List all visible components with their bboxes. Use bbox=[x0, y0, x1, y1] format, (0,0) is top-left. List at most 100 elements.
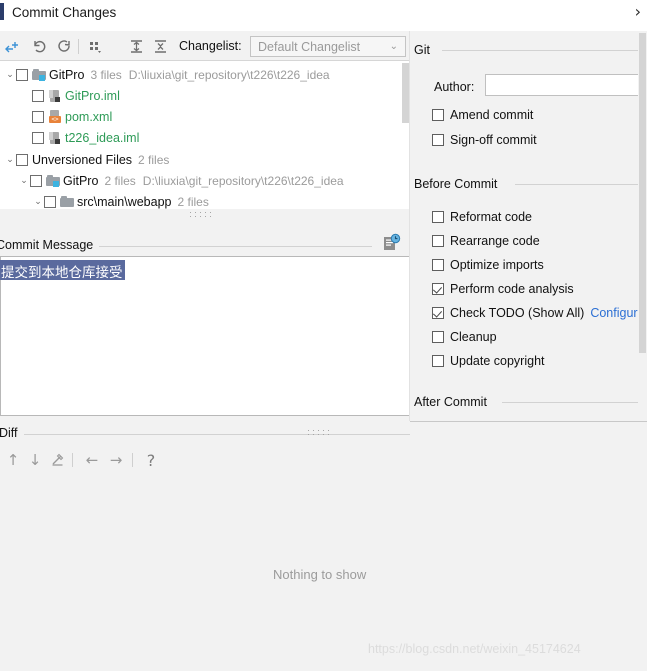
tree-node-path: D:\liuxia\git_repository\t226\t226_idea bbox=[142, 173, 344, 188]
tree-checkbox[interactable] bbox=[16, 68, 28, 81]
refresh-icon[interactable] bbox=[54, 36, 75, 56]
update-copyright-label: Update copyright bbox=[450, 353, 545, 368]
expand-chevron-icon[interactable]: › bbox=[635, 3, 641, 21]
cleanup-checkbox[interactable] bbox=[432, 330, 444, 343]
table-row[interactable]: ⌄ Unversioned Files 2 files bbox=[4, 149, 169, 170]
signoff-commit-checkbox[interactable] bbox=[432, 133, 444, 146]
table-row[interactable]: GitPro.iml bbox=[32, 85, 120, 106]
configure-todo-link[interactable]: Configure bbox=[590, 306, 644, 320]
reformat-code-label: Reformat code bbox=[450, 209, 532, 224]
tree-node-path: D:\liuxia\git_repository\t226\t226_idea bbox=[128, 67, 330, 82]
commit-message-header: Commit Message bbox=[0, 233, 410, 256]
tree-twisty-icon[interactable]: ⌄ bbox=[4, 70, 16, 80]
author-field[interactable] bbox=[485, 74, 647, 96]
toolbar-separator bbox=[72, 453, 73, 467]
tree-checkbox[interactable] bbox=[44, 195, 56, 208]
perform-code-analysis-label: Perform code analysis bbox=[450, 281, 574, 296]
expand-all-icon[interactable] bbox=[126, 36, 147, 56]
next-difference-icon[interactable]: ↓ bbox=[24, 449, 46, 471]
edit-source-icon[interactable] bbox=[47, 449, 69, 471]
add-to-vcs-icon[interactable] bbox=[2, 36, 23, 56]
check-todo-checkbox-row[interactable]: Check TODO (Show All) Configure bbox=[432, 303, 645, 322]
tree-checkbox[interactable] bbox=[32, 89, 44, 102]
tree-twisty-icon[interactable]: ⌄ bbox=[4, 155, 16, 165]
tree-node-count: 3 files bbox=[90, 67, 122, 82]
signoff-commit-checkbox-row[interactable]: Sign-off commit bbox=[432, 130, 537, 149]
optimize-imports-checkbox[interactable] bbox=[432, 258, 444, 271]
tree-scrollbar-thumb[interactable] bbox=[402, 63, 409, 123]
table-row[interactable]: ⌄ src\main\webapp 2 files bbox=[32, 191, 209, 209]
folder-icon bbox=[46, 174, 61, 188]
optimize-imports-checkbox-row[interactable]: Optimize imports bbox=[432, 255, 544, 274]
changelist-select[interactable]: Default Changelist ⌄ bbox=[250, 36, 406, 57]
tree-checkbox[interactable] bbox=[32, 131, 44, 144]
nothing-to-show-label: Nothing to show bbox=[273, 567, 367, 582]
section-divider bbox=[442, 50, 647, 51]
perform-code-analysis-checkbox[interactable] bbox=[432, 282, 444, 295]
changelist-selected-value: Default Changelist bbox=[258, 40, 361, 54]
rearrange-code-checkbox[interactable] bbox=[432, 234, 444, 247]
amend-commit-label: Amend commit bbox=[450, 107, 534, 122]
previous-difference-icon[interactable]: ↑ bbox=[2, 449, 24, 471]
amend-commit-checkbox[interactable] bbox=[432, 108, 444, 121]
dialog-title-bar: Commit Changes › bbox=[0, 0, 647, 31]
signoff-commit-label: Sign-off commit bbox=[450, 132, 537, 147]
diff-toolbar: ↑ ↓ ← → ? bbox=[0, 446, 410, 476]
tree-checkbox[interactable] bbox=[30, 174, 42, 187]
commit-message-input[interactable]: 提交到本地仓库接受 bbox=[0, 256, 410, 416]
tree-node-label: src\main\webapp bbox=[77, 194, 172, 209]
tree-checkbox[interactable] bbox=[16, 153, 28, 166]
tree-twisty-icon[interactable]: ⌄ bbox=[32, 197, 44, 207]
tree-checkbox[interactable] bbox=[32, 110, 44, 123]
changes-toolbar: Changelist: Default Changelist ⌄ bbox=[0, 31, 410, 61]
update-copyright-checkbox-row[interactable]: Update copyright bbox=[432, 351, 545, 370]
before-commit-section-title: Before Commit bbox=[414, 177, 504, 191]
table-row[interactable]: ⌄ GitPro 3 files D:\liuxia\git_repositor… bbox=[4, 64, 330, 85]
section-divider bbox=[502, 402, 647, 403]
reformat-code-checkbox-row[interactable]: Reformat code bbox=[432, 207, 532, 226]
next-file-icon[interactable]: → bbox=[105, 449, 127, 471]
splitter-grip-icon bbox=[190, 212, 220, 219]
changes-file-tree[interactable]: ⌄ GitPro 3 files D:\liuxia\git_repositor… bbox=[0, 61, 410, 209]
update-copyright-checkbox[interactable] bbox=[432, 354, 444, 367]
amend-commit-checkbox-row[interactable]: Amend commit bbox=[432, 105, 533, 124]
git-section-title: Git bbox=[414, 43, 436, 57]
tree-twisty-icon[interactable]: ⌄ bbox=[18, 176, 30, 186]
diff-section-title: Diff bbox=[0, 426, 24, 440]
help-icon[interactable]: ? bbox=[140, 449, 162, 471]
table-row[interactable]: <> pom.xml bbox=[32, 106, 112, 127]
optimize-imports-label: Optimize imports bbox=[450, 257, 544, 272]
table-row[interactable]: t226_idea.iml bbox=[32, 127, 139, 148]
tree-node-label: GitPro bbox=[49, 67, 85, 82]
author-label: Author: bbox=[434, 80, 474, 94]
revert-icon[interactable] bbox=[29, 36, 50, 56]
table-row[interactable]: ⌄ GitPro 2 files D:\liuxia\git_repositor… bbox=[18, 170, 344, 191]
section-divider bbox=[0, 434, 410, 435]
reformat-code-checkbox[interactable] bbox=[432, 210, 444, 223]
perform-code-analysis-checkbox-row[interactable]: Perform code analysis bbox=[432, 279, 574, 298]
check-todo-checkbox[interactable] bbox=[432, 306, 444, 319]
changelist-label: Changelist: bbox=[179, 39, 242, 53]
tree-node-label: t226_idea.iml bbox=[65, 130, 140, 145]
collapse-all-icon[interactable] bbox=[150, 36, 171, 56]
options-scrollbar-thumb[interactable] bbox=[639, 33, 646, 353]
previous-file-icon[interactable]: ← bbox=[81, 449, 103, 471]
check-todo-label: Check TODO (Show All) bbox=[450, 305, 585, 320]
toolbar-separator bbox=[78, 39, 79, 54]
panel-bottom-divider bbox=[410, 421, 647, 422]
group-by-icon[interactable] bbox=[85, 36, 106, 56]
page-title: Commit Changes bbox=[12, 5, 117, 20]
rearrange-code-checkbox-row[interactable]: Rearrange code bbox=[432, 231, 540, 250]
changelist-label-text: Changelist: bbox=[179, 39, 242, 53]
folder-icon bbox=[60, 195, 75, 209]
tree-message-splitter[interactable] bbox=[0, 209, 410, 222]
commit-message-history-icon[interactable] bbox=[381, 233, 401, 253]
tree-node-count: 2 files bbox=[104, 173, 136, 188]
toolbar-separator bbox=[132, 453, 133, 467]
rearrange-code-label: Rearrange code bbox=[450, 233, 540, 248]
author-label-text: Author: bbox=[434, 80, 475, 94]
splitter-grip-icon bbox=[308, 430, 334, 437]
tree-node-count: 2 files bbox=[138, 152, 170, 167]
tree-node-label: GitPro.iml bbox=[65, 88, 120, 103]
cleanup-checkbox-row[interactable]: Cleanup bbox=[432, 327, 497, 346]
